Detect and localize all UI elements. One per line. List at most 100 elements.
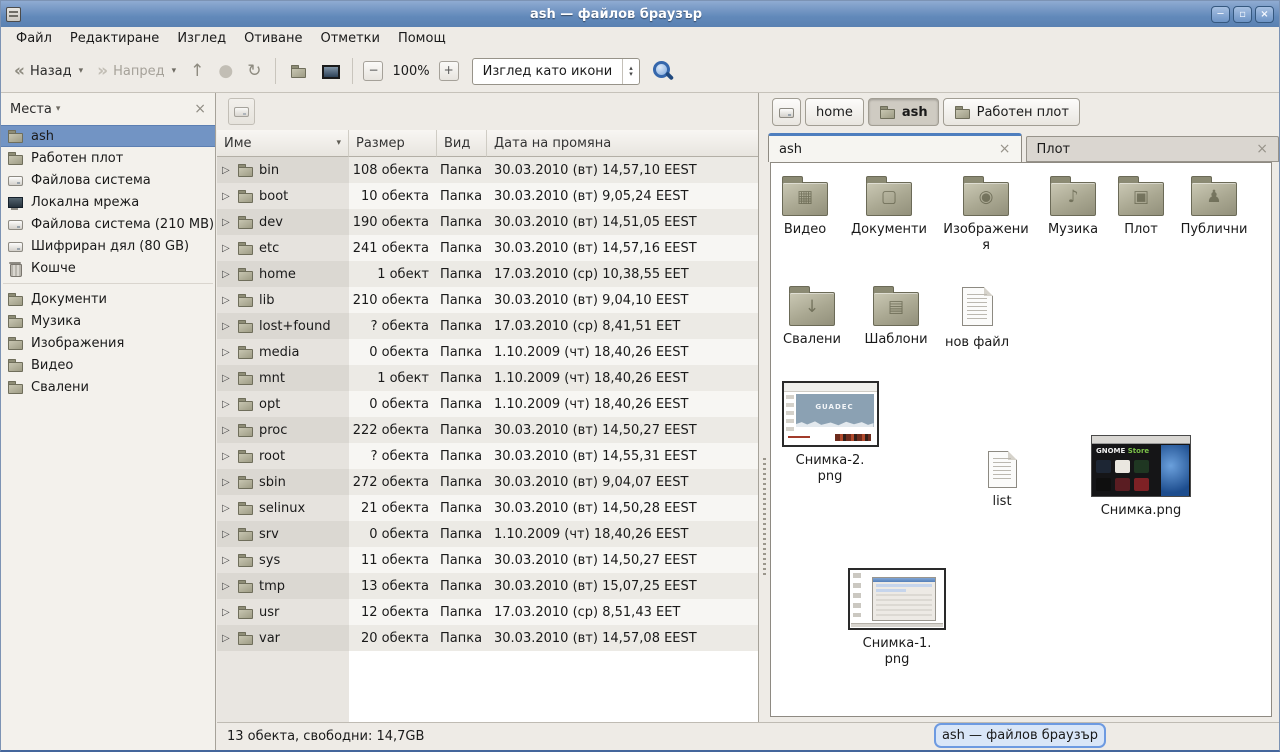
tree-row[interactable]: ▷ mnt 1 обект Папка 1.10.2009 (чт) 18,40… [217,365,758,391]
tab-close-icon[interactable]: × [1256,142,1268,156]
forward-button[interactable]: » Напред ▾ [90,59,183,84]
expander-icon[interactable]: ▷ [222,451,232,462]
tree-row[interactable]: ▷ root ? обекта Папка 30.03.2010 (вт) 14… [217,443,758,469]
view-mode-combobox[interactable]: Изглед като икони ▴▾ [472,58,640,85]
column-header-size[interactable]: Размер [349,130,437,157]
icon-view-item[interactable]: ♟ Публични [1174,175,1254,238]
tab[interactable]: ash × [768,133,1022,162]
icon-view-item[interactable]: list [977,451,1027,510]
pane-splitter[interactable] [760,93,768,722]
expander-icon[interactable]: ▷ [222,373,232,384]
icon-view-item[interactable]: ▢ Документи [846,175,932,238]
expander-icon[interactable]: ▷ [222,529,232,540]
sidebar-place-item[interactable]: Видео [1,354,215,376]
home-button[interactable] [283,59,314,84]
tree-row[interactable]: ▷ bin 108 обекта Папка 30.03.2010 (вт) 1… [217,157,758,183]
tree-row[interactable]: ▷ proc 222 обекта Папка 30.03.2010 (вт) … [217,417,758,443]
close-button[interactable]: × [1255,6,1274,23]
places-dropdown-icon[interactable]: ▾ [56,104,61,114]
menu-item[interactable]: Помощ [389,28,455,49]
tree-row[interactable]: ▷ media 0 обекта Папка 1.10.2009 (чт) 18… [217,339,758,365]
icon-view-item[interactable]: Снимка-1.png [845,568,949,668]
sidebar-place-item[interactable]: Свалени [1,376,215,398]
maximize-button[interactable]: ▫ [1233,6,1252,23]
back-dropdown-icon[interactable]: ▾ [79,66,84,76]
expander-icon[interactable]: ▷ [222,477,232,488]
tree-row[interactable]: ▷ home 1 обект Папка 17.03.2010 (ср) 10,… [217,261,758,287]
tree-row[interactable]: ▷ lost+found ? обекта Папка 17.03.2010 (… [217,313,758,339]
tree-row[interactable]: ▷ sbin 272 обекта Папка 30.03.2010 (вт) … [217,469,758,495]
taskbar-window-button[interactable]: ash — файлов браузър [934,723,1106,748]
icon-view-item[interactable]: ▣ Плот [1116,175,1166,238]
icon-view-item[interactable]: ◉ Изображения [940,175,1032,254]
expander-icon[interactable]: ▷ [222,269,232,280]
stop-button[interactable]: ● [211,57,240,85]
icon-view-item[interactable]: GNOME Store Снимка.png [1089,435,1193,519]
tree-row[interactable]: ▷ tmp 13 обекта Папка 30.03.2010 (вт) 15… [217,573,758,599]
tree-row[interactable]: ▷ selinux 21 обекта Папка 30.03.2010 (вт… [217,495,758,521]
expander-icon[interactable]: ▷ [222,503,232,514]
computer-button[interactable] [314,59,345,84]
places-title[interactable]: Места [10,102,52,117]
back-button[interactable]: « Назад ▾ [7,59,90,84]
expander-icon[interactable]: ▷ [222,321,232,332]
expander-icon[interactable]: ▷ [222,555,232,566]
icon-view-item[interactable]: GUADEC Снимка-2.png [780,381,880,485]
column-header-type[interactable]: Вид [437,130,487,157]
sidebar-place-item[interactable]: Изображения [1,332,215,354]
tree-row[interactable]: ▷ usr 12 обекта Папка 17.03.2010 (ср) 8,… [217,599,758,625]
icon-view-item[interactable]: ♪ Музика [1040,175,1106,238]
tab-close-icon[interactable]: × [999,142,1011,156]
sidebar-place-item[interactable]: Файлова система [1,169,215,191]
places-close-icon[interactable]: × [194,102,206,116]
expander-icon[interactable]: ▷ [222,581,232,592]
tree-row[interactable]: ▷ dev 190 обекта Папка 30.03.2010 (вт) 1… [217,209,758,235]
sidebar-place-item[interactable]: Файлова система (210 MB) [1,213,215,235]
column-header-name[interactable]: Име ▾ [217,130,349,157]
menu-item[interactable]: Отметки [311,28,388,49]
path-desktop-button[interactable]: Работен плот [943,98,1080,126]
expander-icon[interactable]: ▷ [222,633,232,644]
column-header-date[interactable]: Дата на промяна [487,130,758,157]
icon-view-item[interactable]: ▤ Шаблони [860,285,932,348]
tree-row[interactable]: ▷ etc 241 обекта Папка 30.03.2010 (вт) 1… [217,235,758,261]
expander-icon[interactable]: ▷ [222,607,232,618]
expander-icon[interactable]: ▷ [222,217,232,228]
sidebar-place-item[interactable]: Кошче [1,257,215,279]
tree-row[interactable]: ▷ srv 0 обекта Папка 1.10.2009 (чт) 18,4… [217,521,758,547]
icon-view[interactable]: ▦ Видео ▢ Документи ◉ Изображения ♪ Музи… [770,162,1272,717]
sidebar-place-item[interactable]: Работен плот [1,147,215,169]
icon-view-item[interactable]: ▦ Видео [774,175,836,238]
combobox-arrows-icon[interactable]: ▴▾ [622,59,639,84]
expander-icon[interactable]: ▷ [222,243,232,254]
up-button[interactable]: ↑ [183,57,211,85]
reload-button[interactable]: ↻ [240,57,268,85]
sidebar-place-item[interactable]: Шифриран дял (80 GB) [1,235,215,257]
icon-view-item[interactable]: нов файл [942,287,1012,351]
menu-item[interactable]: Файл [7,28,61,49]
expander-icon[interactable]: ▷ [222,295,232,306]
path-current-button[interactable]: ash [868,98,939,126]
tree-row[interactable]: ▷ opt 0 обекта Папка 1.10.2009 (чт) 18,4… [217,391,758,417]
expander-icon[interactable]: ▷ [222,347,232,358]
sidebar-place-item[interactable]: Музика [1,310,215,332]
minimize-button[interactable]: ─ [1211,6,1230,23]
expander-icon[interactable]: ▷ [222,165,232,176]
titlebar[interactable]: ash — файлов браузър ─ ▫ × [1,1,1279,27]
sidebar-place-item[interactable]: Документи [1,288,215,310]
sidebar-place-item[interactable]: Локална мрежа [1,191,215,213]
expander-icon[interactable]: ▷ [222,425,232,436]
menu-item[interactable]: Отиване [235,28,311,49]
sidebar-place-item[interactable]: ash [1,125,215,147]
path-root-button[interactable] [772,98,801,126]
icon-view-item[interactable]: ↓ Свалени [778,285,846,348]
expander-icon[interactable]: ▷ [222,399,232,410]
menu-item[interactable]: Редактиране [61,28,168,49]
menu-item[interactable]: Изглед [168,28,235,49]
zoom-out-button[interactable]: − [363,61,383,81]
tree-row[interactable]: ▷ lib 210 обекта Папка 30.03.2010 (вт) 9… [217,287,758,313]
search-icon[interactable] [652,60,674,82]
forward-dropdown-icon[interactable]: ▾ [172,66,177,76]
tree-panel-button[interactable] [228,98,255,125]
tab[interactable]: Плот × [1026,136,1280,162]
